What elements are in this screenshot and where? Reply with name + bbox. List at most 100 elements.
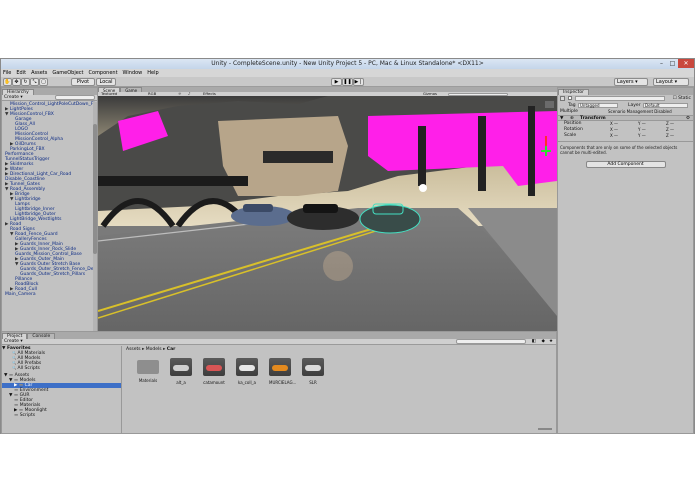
menu-window[interactable]: Window — [123, 70, 143, 76]
bridge-deck — [98, 176, 248, 186]
rotate-tool-icon[interactable]: ↻ — [21, 78, 30, 86]
model-thumbnail — [302, 358, 324, 376]
step-button[interactable]: ▶❘ — [353, 78, 364, 86]
inspector-panel: Inspector ☐ Static Tag Untagged Layer De… — [557, 87, 694, 434]
active-checkbox[interactable] — [568, 96, 572, 100]
layers-label: Layers — [617, 79, 634, 85]
menu-component[interactable]: Component — [89, 70, 118, 76]
move-tool-icon[interactable]: ✥ — [12, 78, 21, 86]
pivot-toggle[interactable]: Pivot — [71, 78, 95, 86]
project-tabstrip: Project Console — [2, 332, 556, 339]
hierarchy-item-label: Main_Camera — [5, 292, 36, 297]
scene-viewport[interactable] — [98, 96, 557, 366]
close-button[interactable]: ✕ — [678, 59, 694, 68]
unity-window: Unity - CompleteScene.unity - New Unity … — [0, 58, 695, 434]
transform-z-field[interactable]: Z — — [666, 133, 692, 139]
object-name-field[interactable] — [575, 96, 665, 101]
transform-row-label: Scale — [564, 133, 577, 138]
menu-help[interactable]: Help — [147, 70, 158, 76]
rect-tool-icon[interactable]: ▢ — [39, 78, 48, 86]
tag-dropdown[interactable]: Untagged — [578, 103, 618, 108]
favorite-item[interactable]: 🔍 All Scripts — [2, 366, 121, 371]
asset-label: Materials — [138, 378, 158, 383]
car-selected-wireframe — [359, 204, 421, 234]
project-create-button[interactable]: Create — [4, 339, 19, 344]
pillar — [418, 126, 426, 186]
menu-gameobject[interactable]: GameObject — [52, 70, 83, 76]
play-button[interactable]: ▶ — [331, 78, 342, 86]
project-search-input[interactable] — [456, 339, 526, 344]
asset-model[interactable]: alt_a — [170, 358, 192, 385]
tree-item[interactable]: ▬ Scripts — [2, 413, 121, 418]
hierarchy-item[interactable]: Main_Camera — [2, 292, 97, 297]
car-model-icon — [239, 365, 255, 371]
asset-label: SLR — [309, 380, 317, 385]
hierarchy-create-button[interactable]: Create — [4, 95, 19, 100]
asset-folder[interactable]: Materials — [137, 358, 159, 383]
menu-file[interactable]: File — [3, 70, 11, 76]
pause-button[interactable]: ❚❚ — [342, 78, 353, 86]
breadcrumb-models[interactable]: Models — [146, 347, 162, 352]
pivot-label: Pivot — [76, 79, 90, 85]
pillar — [528, 106, 535, 196]
object-icon — [560, 96, 565, 101]
maximize-button[interactable]: □ — [667, 59, 678, 68]
add-component-button[interactable]: Add Component — [585, 161, 666, 168]
hand-tool-icon[interactable]: ✋ — [3, 78, 12, 86]
layout-label: Layout — [656, 79, 673, 85]
hierarchy-list: Mission_Control_LightPoleCutDown_Fb ▶ Lig… — [2, 101, 97, 297]
inspector-header: ☐ Static — [558, 95, 693, 103]
asset-model[interactable]: SLR — [302, 358, 324, 385]
static-checkbox[interactable]: ☐ Static — [673, 96, 691, 102]
main-toolbar: ✋ ✥ ↻ ⤡ ▢ Pivot Local ▶ ❚❚ ▶❘ Layers ▾ L… — [1, 77, 694, 87]
car-model-icon — [272, 365, 288, 371]
menu-edit[interactable]: Edit — [16, 70, 26, 76]
window-title: Unity - CompleteScene.unity - New Unity … — [211, 60, 484, 67]
favorites-list: 🔍 All Materials 🔍 All Models 🔍 All Prefabs… — [2, 351, 121, 371]
transform-x-field[interactable]: X — — [610, 133, 636, 139]
layer-dropdown[interactable]: Default — [643, 103, 688, 108]
breadcrumb-assets[interactable]: Assets — [126, 347, 141, 352]
car-model-icon — [173, 365, 189, 371]
asset-label: MURCIELAG... — [269, 380, 297, 385]
scene-gizmo-icon — [545, 101, 554, 108]
hierarchy-search-input[interactable] — [55, 95, 95, 100]
car-model-icon — [305, 365, 321, 371]
zoom-slider[interactable] — [538, 428, 552, 430]
model-thumbnail — [269, 358, 291, 376]
project-toolbar: Create ▾ ◧ ◆ ★ — [2, 339, 556, 345]
title-bar: Unity - CompleteScene.unity - New Unity … — [1, 59, 694, 69]
breadcrumb: Assets ▸ Models ▸ Car — [126, 347, 176, 352]
model-thumbnail — [203, 358, 225, 376]
lens-flare — [323, 251, 353, 281]
local-toggle[interactable]: Local — [96, 78, 116, 86]
menu-assets[interactable]: Assets — [31, 70, 47, 76]
multi-edit-note: Components that are only on some of the … — [558, 141, 693, 158]
scale-tool-icon[interactable]: ⤡ — [30, 78, 39, 86]
tree-item-label: Scripts — [19, 413, 36, 418]
transform-y-field[interactable]: Y — — [638, 133, 664, 139]
breadcrumb-car[interactable]: Car — [167, 347, 176, 352]
favorite-star-icon[interactable]: ★ — [549, 339, 553, 345]
filter-label-icon[interactable]: ◆ — [542, 339, 545, 345]
filter-type-icon[interactable]: ◧ — [532, 339, 536, 345]
building-window — [263, 151, 333, 163]
folder-icon — [137, 360, 159, 374]
minimize-button[interactable]: – — [656, 59, 667, 68]
layout-dropdown[interactable]: Layout ▾ — [653, 78, 689, 86]
static-label: Static — [678, 96, 691, 101]
asset-model[interactable]: ka_coll_a — [236, 358, 258, 385]
layers-dropdown[interactable]: Layers ▾ — [614, 78, 648, 86]
window-controls: – □ ✕ — [656, 59, 694, 68]
hierarchy-scroll-thumb[interactable] — [93, 124, 97, 254]
asset-label: catamount — [203, 380, 225, 385]
project-tree: ▼ Favorites 🔍 All Materials 🔍 All Models 🔍… — [2, 346, 122, 433]
asset-model[interactable]: MURCIELAG... — [269, 358, 297, 385]
hierarchy-tabstrip: Hierarchy — [2, 88, 97, 95]
car-model-icon — [206, 365, 222, 371]
hierarchy-toolbar: Create ▾ — [2, 95, 97, 101]
asset-model[interactable]: catamount — [203, 358, 225, 385]
transform-row: Scale X — Y — Z — — [558, 133, 693, 139]
scene-render — [98, 96, 557, 366]
asset-label: alt_a — [176, 380, 186, 385]
